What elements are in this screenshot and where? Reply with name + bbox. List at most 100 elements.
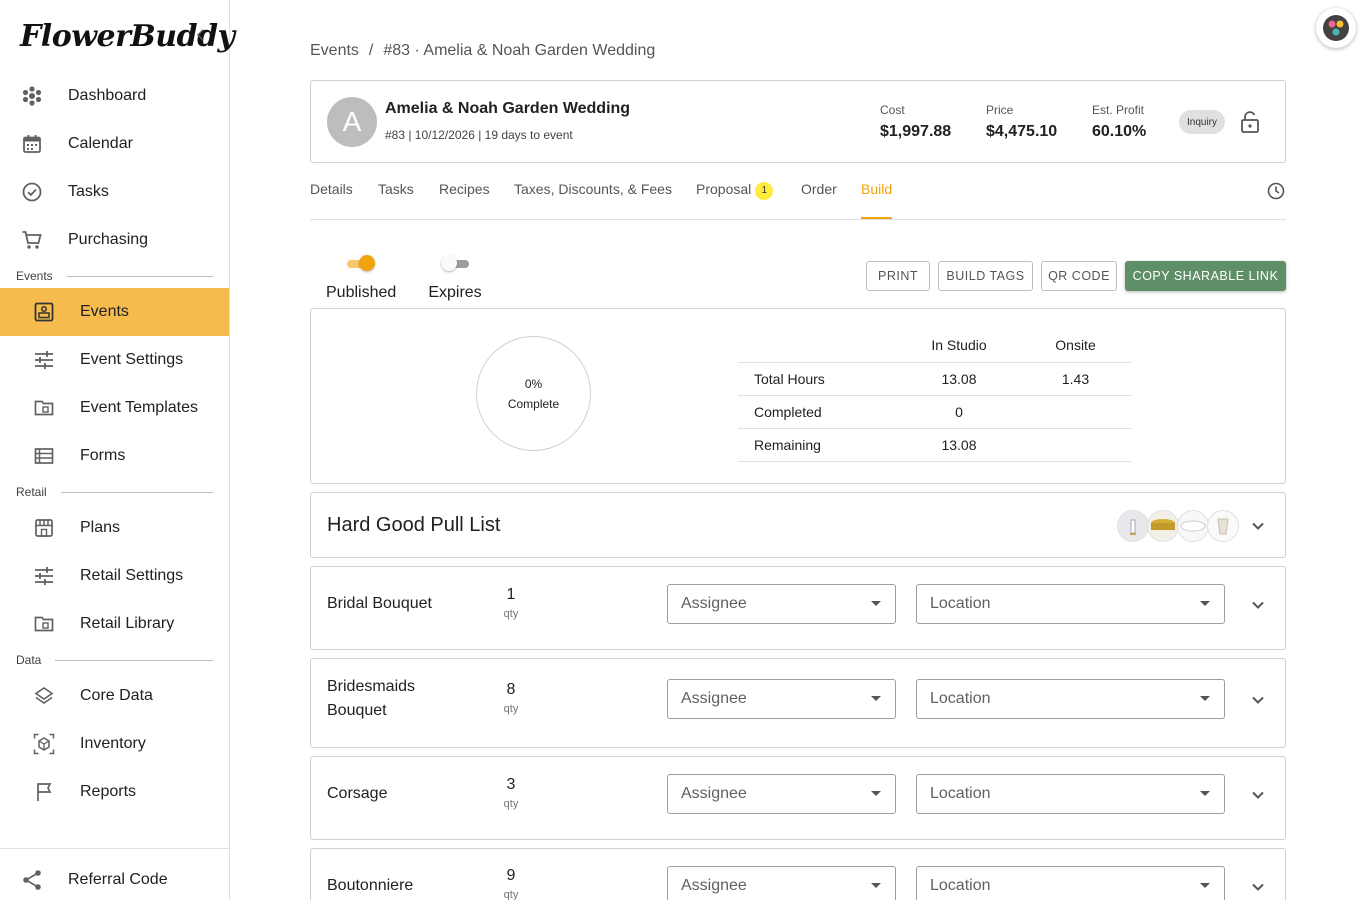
build-item-row: Bridal Bouquet 1 qty Assignee Location xyxy=(310,566,1286,650)
dropdown-arrow-icon xyxy=(1200,883,1210,888)
sidebar-item-event-settings[interactable]: Event Settings xyxy=(0,336,229,384)
folder-icon xyxy=(33,397,55,419)
expires-toggle[interactable]: Expires xyxy=(421,254,489,302)
tab-recipes[interactable]: Recipes xyxy=(439,181,490,219)
build-progress-card: 0% Complete In Studio Onsite Total Hours… xyxy=(310,308,1286,484)
sidebar-item-core-data[interactable]: Core Data xyxy=(0,672,229,720)
sidebar-item-retail-library[interactable]: Retail Library xyxy=(0,600,229,648)
sliders-icon xyxy=(33,349,55,371)
sidebar-item-calendar[interactable]: Calendar xyxy=(0,120,229,168)
sidebar-item-label: Referral Code xyxy=(68,871,168,888)
glass-plate-thumbnail xyxy=(1177,510,1209,542)
expires-label: Expires xyxy=(428,284,482,301)
list-icon xyxy=(33,445,55,467)
chevron-down-icon[interactable] xyxy=(1248,785,1268,805)
event-summary-card: A Amelia & Noah Garden Wedding #83 | 10/… xyxy=(310,80,1286,163)
ceramic-vase-thumbnail xyxy=(1207,510,1239,542)
sidebar-item-referral-code[interactable]: Referral Code xyxy=(0,856,229,900)
sidebar-item-label: Events xyxy=(80,303,129,320)
sidebar-item-label: Purchasing xyxy=(68,231,149,248)
build-item-row: Bridesmaids Bouquet 8 qty Assignee Locati… xyxy=(310,658,1286,748)
item-qty: 9 qty xyxy=(503,867,519,900)
tab-proposal[interactable]: Proposal 1 xyxy=(696,181,774,219)
assignee-select[interactable]: Assignee xyxy=(667,584,896,624)
assignee-select[interactable]: Assignee xyxy=(667,866,896,900)
build-tags-button[interactable]: BUILD TAGS xyxy=(938,261,1033,291)
folder-icon xyxy=(33,613,55,635)
sidebar-divider xyxy=(0,848,229,849)
calendar-icon xyxy=(21,133,43,155)
location-select[interactable]: Location xyxy=(916,584,1225,624)
item-name: Bridesmaids Bouquet xyxy=(327,678,416,719)
dropdown-arrow-icon xyxy=(871,696,881,701)
sidebar-item-inventory[interactable]: Inventory xyxy=(0,720,229,768)
history-icon[interactable] xyxy=(1266,181,1286,201)
sidebar-item-dashboard[interactable]: Dashboard xyxy=(0,72,229,120)
chevron-down-icon[interactable] xyxy=(1248,690,1268,710)
sidebar-item-events[interactable]: Events xyxy=(0,288,229,336)
published-toggle[interactable]: Published xyxy=(326,254,396,302)
sidebar-item-tasks[interactable]: Tasks xyxy=(0,168,229,216)
status-badge[interactable]: Inquiry xyxy=(1179,110,1226,134)
table-row: Total Hours 13.08 1.43 xyxy=(738,362,1131,396)
metric-cost: Cost $1,997.88 xyxy=(880,103,952,140)
sidebar-item-label: Dashboard xyxy=(68,87,147,104)
tab-order[interactable]: Order xyxy=(801,181,837,219)
print-button[interactable]: PRINT xyxy=(866,261,930,291)
tab-tasks[interactable]: Tasks xyxy=(378,181,414,219)
chevron-down-icon[interactable] xyxy=(1248,595,1268,615)
section-label-events: Events xyxy=(0,264,229,288)
assignee-select[interactable]: Assignee xyxy=(667,774,896,814)
sidebar-item-label: Event Templates xyxy=(80,399,198,416)
published-label: Published xyxy=(326,284,397,301)
metric-profit: Est. Profit 60.10% xyxy=(1092,103,1147,140)
item-name: Corsage xyxy=(327,785,388,802)
location-select[interactable]: Location xyxy=(916,866,1225,900)
share-icon xyxy=(21,869,43,891)
chevron-down-icon[interactable] xyxy=(1248,516,1268,536)
section-label-retail: Retail xyxy=(0,480,229,504)
item-qty: 3 qty xyxy=(503,776,519,810)
location-select[interactable]: Location xyxy=(916,774,1225,814)
user-avatar[interactable] xyxy=(1316,8,1356,48)
sidebar-item-label: Retail Settings xyxy=(80,567,184,584)
dropdown-arrow-icon xyxy=(1200,791,1210,796)
event-avatar: A xyxy=(327,97,377,147)
store-icon xyxy=(33,517,55,539)
dropdown-arrow-icon xyxy=(1200,696,1210,701)
event-subtitle: #83 | 10/12/2026 | 19 days to event xyxy=(385,128,573,142)
breadcrumb-root[interactable]: Events xyxy=(310,42,359,60)
sidebar-item-forms[interactable]: Forms xyxy=(0,432,229,480)
sidebar-item-reports[interactable]: Reports xyxy=(0,768,229,816)
tab-build[interactable]: Build xyxy=(861,181,893,219)
expires-switch[interactable] xyxy=(441,254,469,274)
sidebar-item-label: Calendar xyxy=(68,135,133,152)
logo: FlowerBuddy xyxy=(0,0,235,72)
proposal-count-badge: 1 xyxy=(755,181,774,200)
copy-sharable-link-button[interactable]: COPY SHARABLE LINK xyxy=(1125,261,1286,291)
event-title: Amelia & Noah Garden Wedding xyxy=(385,100,631,117)
sidebar-item-retail-settings[interactable]: Retail Settings xyxy=(0,552,229,600)
assignee-select[interactable]: Assignee xyxy=(667,679,896,719)
sidebar-item-purchasing[interactable]: Purchasing xyxy=(0,216,229,264)
hard-good-pull-list[interactable]: Hard Good Pull List xyxy=(310,492,1286,558)
dropdown-arrow-icon xyxy=(1200,601,1210,606)
tab-details[interactable]: Details xyxy=(310,181,353,219)
layers-icon xyxy=(33,685,55,707)
build-item-row: Boutonniere 9 qty Assignee Location xyxy=(310,848,1286,900)
sidebar-item-event-templates[interactable]: Event Templates xyxy=(0,384,229,432)
qr-code-button[interactable]: QR CODE xyxy=(1041,261,1117,291)
table-row: Completed 0 xyxy=(738,395,1131,429)
lock-open-icon[interactable] xyxy=(1239,110,1261,134)
chevron-left-icon[interactable] xyxy=(192,26,210,44)
sidebar-item-label: Reports xyxy=(80,783,137,800)
published-switch[interactable] xyxy=(347,254,375,274)
sidebar-item-plans[interactable]: Plans xyxy=(0,504,229,552)
dashboard-icon xyxy=(21,85,43,107)
tab-taxes-discounts-fees[interactable]: Taxes, Discounts, & Fees xyxy=(514,181,672,219)
item-qty: 8 qty xyxy=(503,681,519,715)
location-select[interactable]: Location xyxy=(916,679,1225,719)
sidebar: FlowerBuddy Dashboard Calendar Tasks Pur… xyxy=(0,0,235,900)
check-circle-icon xyxy=(21,181,43,203)
chevron-down-icon[interactable] xyxy=(1248,877,1268,897)
